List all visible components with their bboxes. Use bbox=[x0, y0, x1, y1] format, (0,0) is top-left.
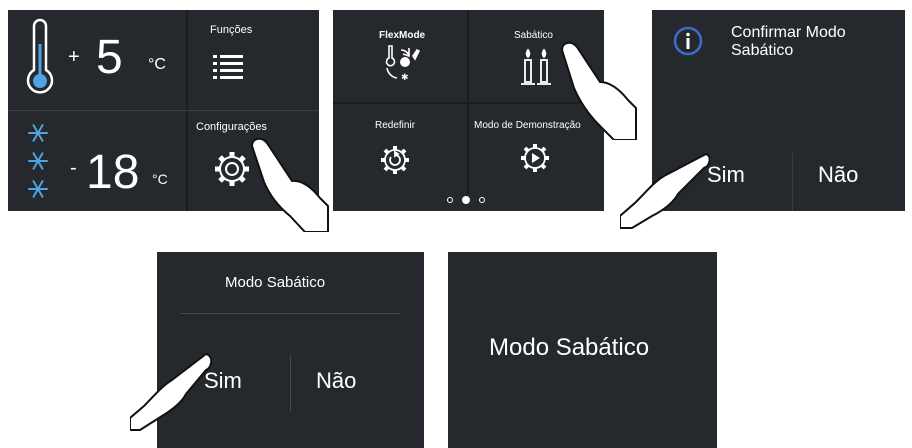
status-message: Modo Sabático bbox=[489, 334, 650, 361]
sabbath-button[interactable]: Sabático bbox=[469, 10, 604, 102]
fridge-sign: + bbox=[68, 46, 80, 68]
yes-button[interactable]: Sim bbox=[652, 150, 792, 211]
sabbath-label: Sabático bbox=[514, 30, 553, 41]
svg-text:✱: ✱ bbox=[401, 73, 409, 82]
candles-icon bbox=[521, 48, 551, 85]
sabbath-mode-screen: Modo Sabático bbox=[448, 252, 717, 448]
thermometer-icon bbox=[26, 18, 54, 94]
home-screen: + 5 °C - 18 °C Funções Configurações bbox=[8, 10, 319, 211]
reset-gear-icon bbox=[381, 146, 409, 174]
no-button[interactable]: Não bbox=[291, 352, 424, 416]
gear-icon bbox=[215, 152, 249, 186]
fridge-temperature-value: 5 bbox=[96, 31, 123, 84]
demo-mode-button[interactable]: Modo de Demonstração bbox=[469, 104, 604, 195]
demo-label: Modo de Demonstração bbox=[474, 120, 581, 131]
yes-button[interactable]: Sim bbox=[157, 352, 290, 416]
yes-label: Sim bbox=[707, 162, 745, 187]
dialog-title: Confirmar Modo Sabático bbox=[731, 24, 846, 59]
divider bbox=[180, 313, 401, 314]
page-dot[interactable] bbox=[447, 197, 453, 203]
flexmode-button[interactable]: FlexMode ✱ bbox=[333, 10, 467, 102]
fridge-unit: °C bbox=[148, 56, 166, 73]
sabbath-mode-dialog: Modo Sabático Sim Não bbox=[157, 252, 424, 448]
no-label: Não bbox=[316, 368, 357, 393]
confirm-sabbath-dialog: Confirmar Modo Sabático Sim Não bbox=[652, 10, 905, 211]
dialog-title: Modo Sabático bbox=[225, 274, 326, 291]
page-dot-active[interactable] bbox=[462, 196, 470, 204]
fridge-temperature[interactable]: + 5 °C bbox=[8, 10, 186, 110]
functions-menu: FlexMode ✱ Sabático Redefinir Modo de De… bbox=[333, 10, 604, 211]
freezer-unit: °C bbox=[152, 171, 168, 187]
flexmode-label: FlexMode bbox=[379, 30, 426, 41]
reset-button[interactable]: Redefinir bbox=[333, 104, 467, 195]
settings-label: Configurações bbox=[196, 121, 267, 133]
yes-label: Sim bbox=[204, 368, 242, 393]
flexmode-icon: ✱ bbox=[385, 45, 421, 82]
functions-label: Funções bbox=[210, 24, 253, 36]
info-icon bbox=[673, 26, 703, 56]
page-dot[interactable] bbox=[479, 197, 485, 203]
reset-label: Redefinir bbox=[375, 120, 416, 131]
settings-button[interactable]: Configurações bbox=[188, 111, 319, 211]
freezer-temperature[interactable]: - 18 °C bbox=[8, 111, 186, 211]
play-gear-icon bbox=[521, 144, 549, 172]
list-icon bbox=[213, 55, 243, 79]
freezer-sign: - bbox=[70, 157, 77, 179]
freezer-temperature-value: 18 bbox=[86, 146, 140, 199]
page-indicator bbox=[447, 196, 491, 204]
no-button[interactable]: Não bbox=[793, 150, 905, 211]
snowflake-icon bbox=[28, 124, 48, 198]
functions-button[interactable]: Funções bbox=[188, 10, 319, 110]
no-label: Não bbox=[818, 162, 859, 187]
